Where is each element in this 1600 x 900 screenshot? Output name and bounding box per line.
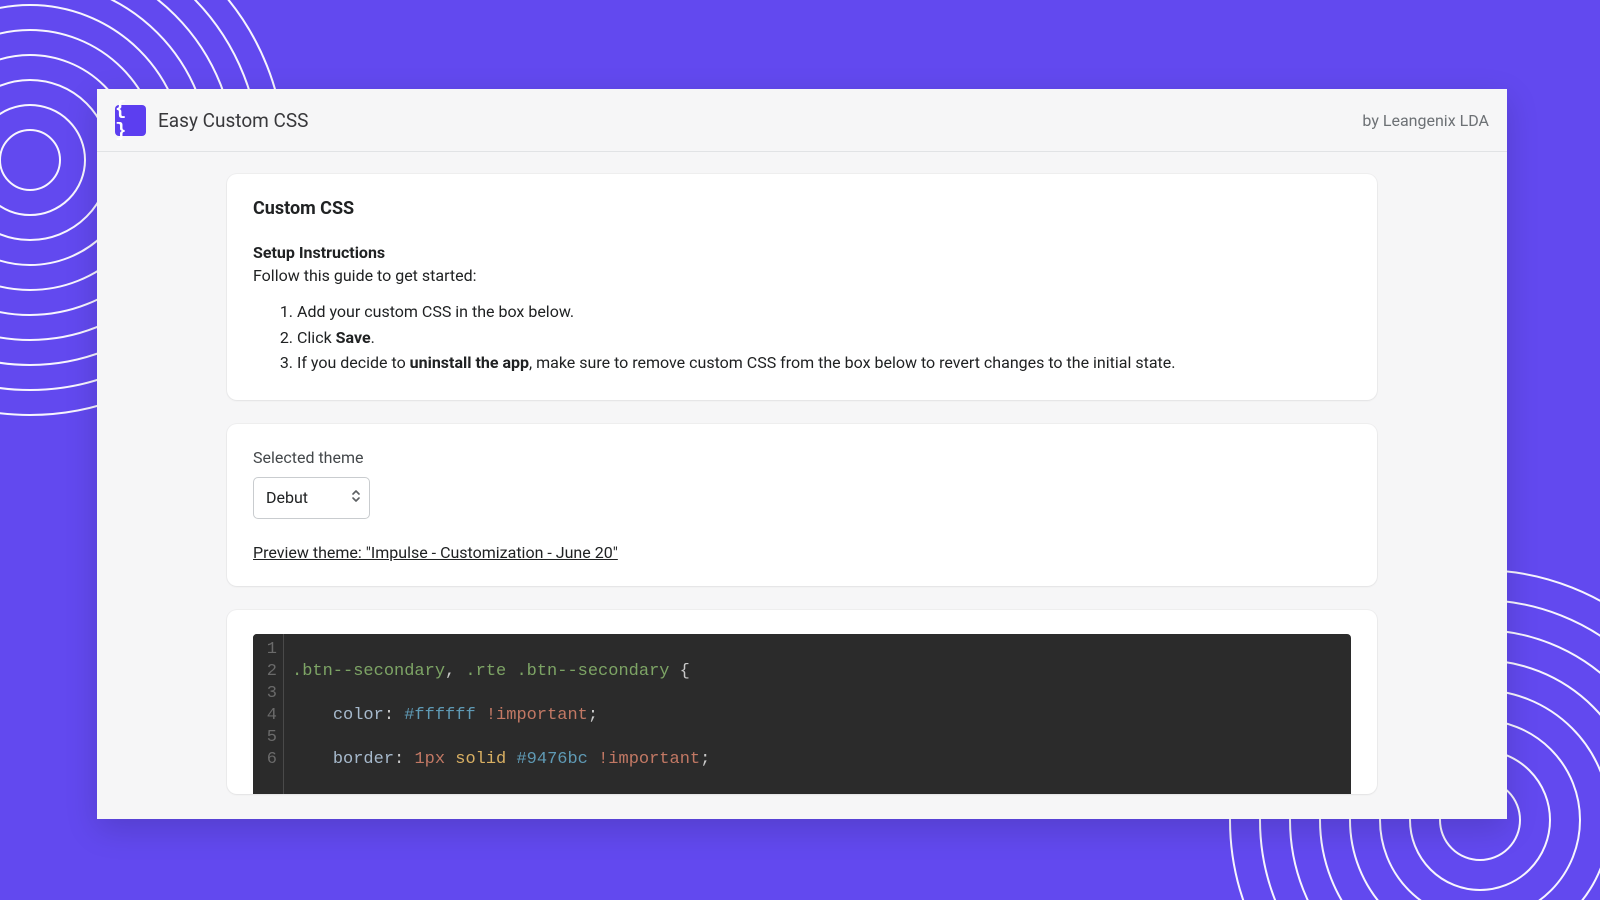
theme-select[interactable]: Debut bbox=[253, 477, 370, 519]
editor-gutter: 1 2 3 4 5 6 bbox=[253, 634, 284, 794]
setup-step-3: If you decide to uninstall the app, make… bbox=[297, 350, 1351, 376]
setup-heading: Setup Instructions bbox=[253, 243, 1351, 262]
app-byline: by Leangenix LDA bbox=[1362, 111, 1489, 130]
setup-subtext: Follow this guide to get started: bbox=[253, 266, 1351, 285]
chevron-updown-icon bbox=[351, 488, 361, 508]
css-editor-card: 1 2 3 4 5 6 .btn--secondary, .rte .btn--… bbox=[227, 610, 1377, 794]
instructions-card: Custom CSS Setup Instructions Follow thi… bbox=[227, 174, 1377, 400]
app-header: { } Easy Custom CSS by Leangenix LDA bbox=[97, 89, 1507, 152]
app-logo-icon: { } bbox=[115, 105, 146, 136]
theme-select-label: Selected theme bbox=[253, 448, 1351, 467]
app-window: { } Easy Custom CSS by Leangenix LDA Cus… bbox=[97, 89, 1507, 819]
setup-step-2: Click Save. bbox=[297, 325, 1351, 351]
theme-card: Selected theme Debut Preview theme: "Imp… bbox=[227, 424, 1377, 586]
setup-steps-list: Add your custom CSS in the box below. Cl… bbox=[253, 299, 1351, 376]
app-title: Easy Custom CSS bbox=[158, 109, 308, 132]
css-editor[interactable]: 1 2 3 4 5 6 .btn--secondary, .rte .btn--… bbox=[253, 634, 1351, 794]
card-title: Custom CSS bbox=[253, 198, 1351, 219]
setup-step-1: Add your custom CSS in the box below. bbox=[297, 299, 1351, 325]
editor-content[interactable]: .btn--secondary, .rte .btn--secondary { … bbox=[284, 634, 710, 794]
preview-theme-link[interactable]: Preview theme: "Impulse - Customization … bbox=[253, 543, 618, 562]
